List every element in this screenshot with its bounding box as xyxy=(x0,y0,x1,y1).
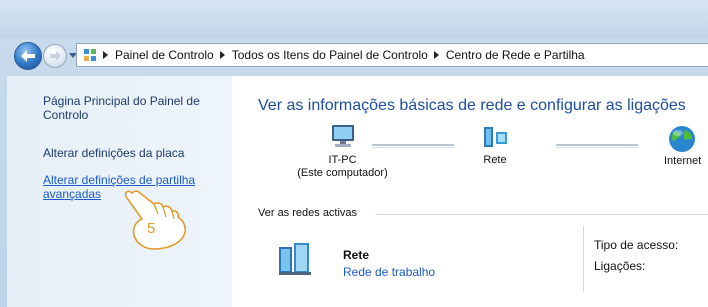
breadcrumb-separator[interactable] xyxy=(219,51,225,59)
sidebar-adapter-label: Alterar definições da placa xyxy=(43,146,185,160)
address-bar[interactable]: Painel de Controlo Todos os Itens do Pai… xyxy=(76,43,708,67)
details-divider xyxy=(583,226,584,292)
sidebar-home-line1: Página Principal do Painel de xyxy=(43,94,200,108)
forward-arrow-icon xyxy=(49,51,61,61)
breadcrumb-centro-de-rede[interactable]: Centro de Rede e Partilha xyxy=(446,48,585,62)
active-network-type-link[interactable]: Rede de trabalho xyxy=(343,265,435,279)
breadcrumb-separator[interactable] xyxy=(103,51,108,59)
step-number-badge: 5 xyxy=(147,220,156,237)
globe-icon xyxy=(669,126,695,152)
section-divider xyxy=(376,214,708,215)
connections-label: Ligações: xyxy=(594,259,646,273)
control-panel-icon xyxy=(84,49,96,61)
back-button[interactable] xyxy=(14,42,42,70)
access-type-label: Tipo de acesso: xyxy=(594,238,679,252)
network-icon xyxy=(484,127,507,147)
internet-label: Internet xyxy=(664,155,702,167)
sidebar-item-home[interactable]: Página Principal do Painel de Controlo xyxy=(43,94,200,122)
computer-sub: (Este computador) xyxy=(297,167,388,179)
sidebar-home-line2: Controlo xyxy=(43,108,89,122)
pointing-hand-icon xyxy=(124,190,186,250)
breadcrumb-separator[interactable] xyxy=(433,51,439,59)
computer-name: IT-PC xyxy=(328,154,357,166)
page-title: Ver as informações básicas de rede e con… xyxy=(258,97,686,114)
network-bench-icon xyxy=(279,243,311,275)
map-node-computer[interactable]: IT-PC (Este computador) xyxy=(285,124,400,180)
breadcrumb-painel-de-controlo[interactable]: Painel de Controlo xyxy=(115,48,214,62)
forward-button[interactable] xyxy=(43,44,67,68)
sidebar-advanced-line2: avançadas xyxy=(43,187,102,201)
title-bar xyxy=(0,0,708,38)
active-networks-label: Ver as redes activas xyxy=(258,207,358,219)
map-node-network[interactable]: Rete xyxy=(470,124,520,167)
map-connector xyxy=(372,144,454,148)
active-network-name: Rete xyxy=(343,248,370,262)
network-label: Rete xyxy=(483,154,507,166)
map-node-internet[interactable]: Internet xyxy=(655,124,708,168)
sidebar-item-adapter-settings[interactable]: Alterar definições da placa xyxy=(43,146,184,160)
map-connector xyxy=(556,144,638,148)
computer-icon xyxy=(331,125,354,147)
back-arrow-icon xyxy=(21,50,35,62)
breadcrumb-todos-os-itens[interactable]: Todos os Itens do Painel de Controlo xyxy=(232,48,428,62)
